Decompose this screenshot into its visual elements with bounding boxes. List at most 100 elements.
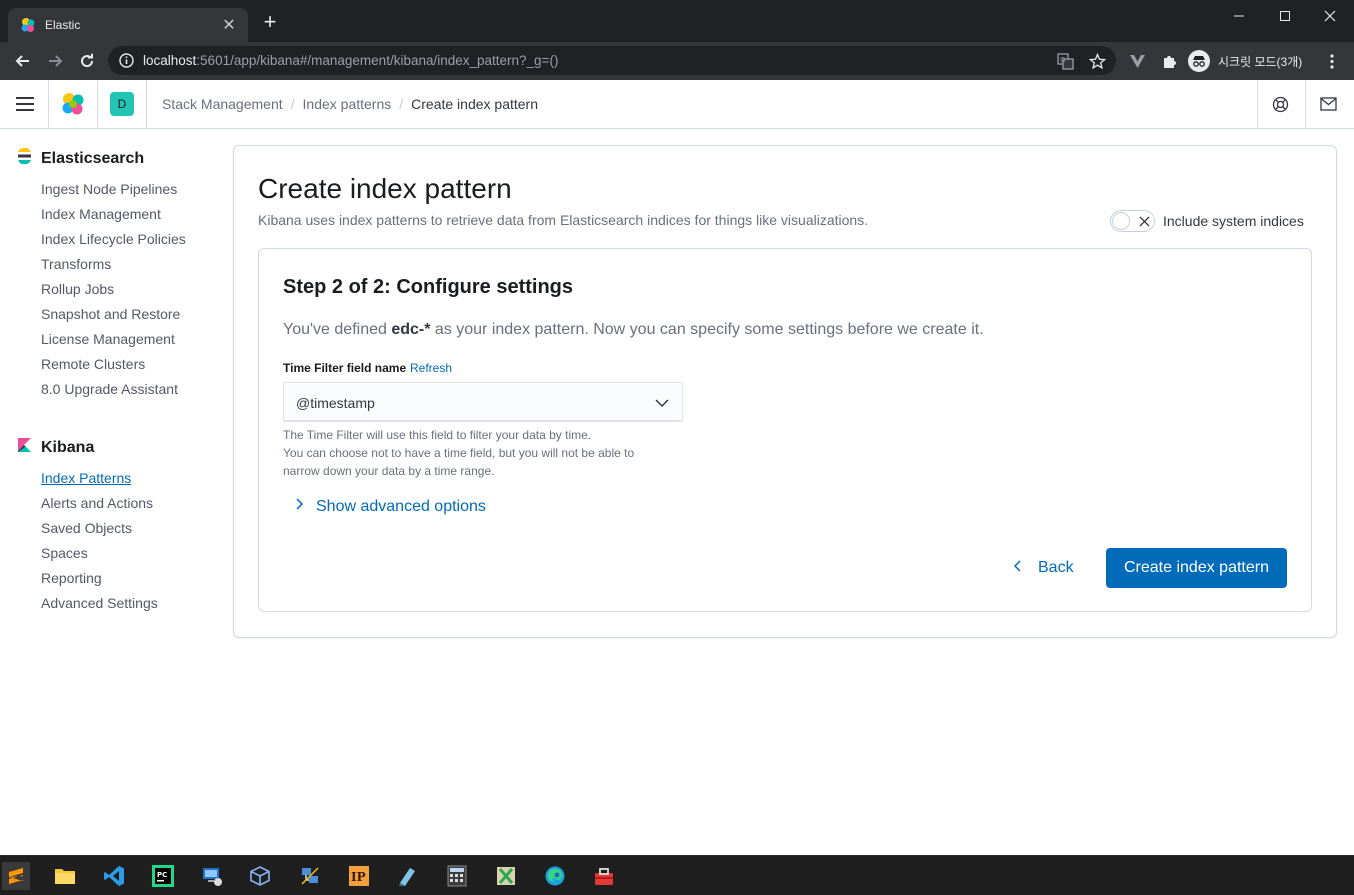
time-filter-field-label: Time Filter field name bbox=[283, 361, 407, 375]
step-description: You've defined edc-* as your index patte… bbox=[283, 321, 984, 338]
ida-pro-icon[interactable]: IP bbox=[345, 862, 373, 890]
file-explorer-icon[interactable] bbox=[51, 862, 79, 890]
sidebar-item-ingest-node-pipelines[interactable]: Ingest Node Pipelines bbox=[41, 181, 177, 197]
reload-button[interactable] bbox=[73, 47, 101, 75]
browser-tab-elastic[interactable]: Elastic ✕ bbox=[8, 8, 248, 42]
header-divider bbox=[48, 80, 49, 128]
help-lifebuoy-icon[interactable] bbox=[1272, 96, 1289, 118]
translate-icon[interactable]: G bbox=[1055, 51, 1075, 71]
sidebar-group-elasticsearch: Elasticsearch bbox=[17, 147, 145, 169]
show-advanced-options-label: Show advanced options bbox=[316, 497, 486, 515]
header-divider bbox=[146, 80, 147, 128]
chevron-down-icon bbox=[654, 395, 670, 411]
back-button-label: Back bbox=[1038, 559, 1074, 576]
menu-hamburger-icon[interactable] bbox=[16, 96, 34, 117]
remote-desktop-icon[interactable] bbox=[198, 862, 226, 890]
header-divider bbox=[97, 80, 98, 128]
calculator-icon[interactable] bbox=[443, 862, 471, 890]
time-filter-field-select[interactable]: @timestamp bbox=[283, 382, 683, 422]
sidebar-item-advanced-settings[interactable]: Advanced Settings bbox=[41, 595, 158, 611]
bookmark-star-icon[interactable] bbox=[1087, 51, 1107, 71]
close-window-button[interactable] bbox=[1307, 0, 1353, 32]
back-button[interactable]: Back bbox=[1012, 555, 1074, 581]
breadcrumb-stack-management[interactable]: Stack Management bbox=[162, 96, 283, 112]
toolbox-icon[interactable] bbox=[590, 862, 618, 890]
windows-taskbar: PC IP bbox=[0, 855, 1354, 895]
index-pattern-name: edc-* bbox=[391, 321, 431, 338]
tab-title: Elastic bbox=[45, 18, 81, 32]
sidebar-item-index-management[interactable]: Index Management bbox=[41, 206, 161, 222]
notepad-icon[interactable] bbox=[393, 862, 421, 890]
selected-time-field: @timestamp bbox=[296, 395, 375, 411]
switch-off-x-icon bbox=[1136, 213, 1152, 229]
address-bar[interactable]: localhost:5601/app/kibana#/management/ki… bbox=[108, 46, 1116, 75]
chevron-left-icon bbox=[1012, 559, 1024, 578]
maximize-button[interactable] bbox=[1262, 0, 1308, 32]
sidebar-item-index-lifecycle-policies[interactable]: Index Lifecycle Policies bbox=[41, 231, 186, 247]
sidebar-item-saved-objects[interactable]: Saved Objects bbox=[41, 520, 132, 536]
back-nav-button[interactable] bbox=[9, 47, 37, 75]
extensions-puzzle-icon[interactable] bbox=[1159, 51, 1179, 71]
refresh-fields-link[interactable]: Refresh bbox=[410, 361, 452, 375]
kibana-logo-icon bbox=[17, 437, 32, 458]
network-tool-icon[interactable] bbox=[296, 862, 324, 890]
create-index-pattern-button[interactable]: Create index pattern bbox=[1106, 548, 1287, 588]
elasticsearch-logo-icon bbox=[17, 147, 32, 169]
browser-tabstrip: Elastic ✕ + bbox=[0, 0, 1354, 42]
sidebar-item-rollup-jobs[interactable]: Rollup Jobs bbox=[41, 281, 114, 297]
minimize-button[interactable] bbox=[1216, 0, 1262, 32]
virtualbox-cube-icon[interactable] bbox=[246, 862, 274, 890]
space-avatar[interactable]: D bbox=[110, 92, 134, 116]
sidebar-item-spaces[interactable]: Spaces bbox=[41, 545, 88, 561]
breadcrumb-separator: / bbox=[399, 96, 404, 112]
elastic-logo-icon[interactable] bbox=[60, 91, 86, 122]
show-advanced-options-toggle[interactable]: Show advanced options bbox=[292, 497, 486, 516]
help-text-line: The Time Filter will use this field to f… bbox=[283, 428, 592, 442]
sidebar-item-license-management[interactable]: License Management bbox=[41, 331, 175, 347]
breadcrumb: Stack Management / Index patterns / Crea… bbox=[162, 96, 538, 112]
sidebar-group-kibana: Kibana bbox=[17, 437, 94, 458]
sidebar-group-title: Kibana bbox=[41, 438, 95, 456]
edge-browser-icon[interactable] bbox=[541, 862, 569, 890]
svg-text:G: G bbox=[1060, 56, 1065, 64]
sidebar-item-reporting[interactable]: Reporting bbox=[41, 570, 102, 586]
svg-text:PC: PC bbox=[157, 871, 167, 879]
breadcrumb-separator: / bbox=[290, 96, 295, 112]
page-description: Kibana uses index patterns to retrieve d… bbox=[258, 212, 869, 228]
sidebar-item-upgrade-assistant[interactable]: 8.0 Upgrade Assistant bbox=[41, 381, 178, 397]
newsfeed-mail-icon[interactable] bbox=[1320, 97, 1337, 116]
chevron-right-icon bbox=[292, 497, 306, 516]
sidebar-group-title: Elasticsearch bbox=[41, 149, 145, 167]
elastic-favicon-icon bbox=[20, 17, 36, 33]
pycharm-icon[interactable]: PC bbox=[149, 862, 177, 890]
sidebar-item-index-patterns[interactable]: Index Patterns bbox=[41, 470, 131, 486]
site-info-icon[interactable] bbox=[119, 53, 134, 73]
header-divider bbox=[1257, 80, 1258, 128]
sidebar-item-remote-clusters[interactable]: Remote Clusters bbox=[41, 356, 145, 372]
switch-knob bbox=[1112, 212, 1130, 230]
header-divider bbox=[1305, 80, 1306, 128]
svg-text:IP: IP bbox=[351, 870, 366, 884]
browser-menu-icon[interactable] bbox=[1322, 51, 1342, 71]
forward-nav-button[interactable] bbox=[41, 47, 69, 75]
step-title: Step 2 of 2: Configure settings bbox=[283, 276, 574, 298]
tab-close-icon[interactable]: ✕ bbox=[220, 15, 238, 35]
management-sidebar: Elasticsearch Ingest Node Pipelines Inde… bbox=[0, 129, 225, 855]
help-text-line: You can choose not to have a time field,… bbox=[283, 446, 635, 460]
new-tab-button[interactable]: + bbox=[259, 11, 281, 34]
vpn-extension-icon[interactable] bbox=[1127, 51, 1147, 71]
sidebar-item-snapshot-and-restore[interactable]: Snapshot and Restore bbox=[41, 306, 180, 322]
page-title: Create index pattern bbox=[258, 173, 512, 204]
include-system-indices-switch[interactable] bbox=[1110, 210, 1155, 232]
include-system-indices-label: Include system indices bbox=[1163, 213, 1304, 229]
sublime-text-icon[interactable] bbox=[2, 862, 30, 890]
sidebar-item-transforms[interactable]: Transforms bbox=[41, 256, 111, 272]
incognito-indicator[interactable]: 시크릿 모드(3개) bbox=[1188, 47, 1308, 75]
help-text-line: narrow down your data by a time range. bbox=[283, 464, 495, 478]
sidebar-item-alerts-and-actions[interactable]: Alerts and Actions bbox=[41, 495, 153, 511]
vscode-icon[interactable] bbox=[100, 862, 128, 890]
url-text: localhost:5601/app/kibana#/management/ki… bbox=[143, 53, 559, 68]
incognito-icon bbox=[1188, 50, 1210, 72]
xming-icon[interactable] bbox=[492, 862, 520, 890]
breadcrumb-index-patterns[interactable]: Index patterns bbox=[303, 96, 392, 112]
